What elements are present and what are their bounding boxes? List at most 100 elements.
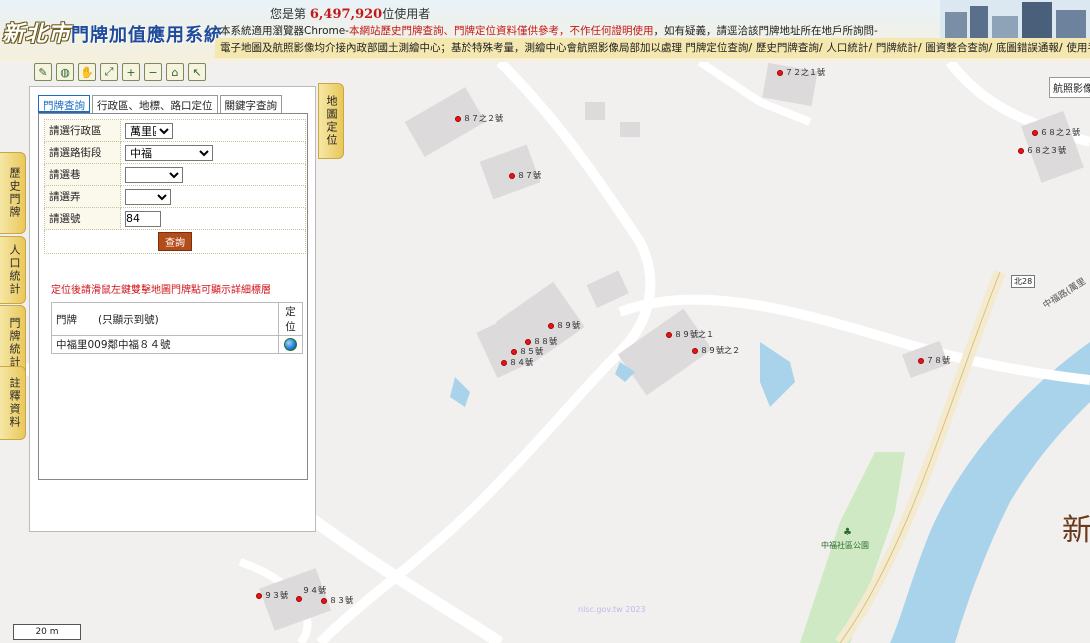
address-point[interactable]: ８５號 (511, 346, 543, 357)
side-tab-locate[interactable]: 地圖定位 (318, 83, 344, 159)
map-edit-icon[interactable]: ✎ (34, 63, 52, 81)
nav-item-error-report[interactable]: 底圖錯誤通報 (996, 42, 1059, 54)
address-point[interactable]: ８９號之２ (692, 345, 740, 356)
logo-main: 新北市 (2, 21, 72, 47)
number-input[interactable] (125, 210, 161, 227)
address-dot (548, 322, 554, 329)
address-dot (509, 172, 515, 179)
address-point[interactable]: ７２之１號 (777, 67, 825, 78)
notice-warning: 本網站歷史門牌查詢、門牌定位資料僅供參考，不作任何證明使用 (348, 25, 654, 37)
visitor-prefix: 您是第 (270, 7, 307, 21)
zoom-area-icon[interactable]: ◍ (56, 63, 74, 81)
address-point-label: ８９號 (556, 321, 580, 330)
map-watermark: nlsc.gov.tw 2023 (578, 605, 646, 614)
full-extent-icon[interactable]: ⤢ (100, 63, 118, 81)
search-button[interactable]: 查詢 (158, 232, 192, 251)
notice-part-1: 本系統適用瀏覽器Chrome- (220, 25, 349, 37)
address-point[interactable]: ８３號 (321, 595, 353, 606)
nav-item-data-integration[interactable]: 圖資整合查詢 (925, 42, 988, 54)
address-dot (1018, 147, 1024, 154)
nav-item-history[interactable]: 歷史門牌查詢 (756, 42, 819, 54)
side-tab-population[interactable]: 人口統計 (0, 236, 26, 304)
address-dot (321, 597, 327, 604)
address-point-label: ８５號 (519, 347, 543, 356)
tab-address-query[interactable]: 門牌查詢 (38, 95, 90, 113)
address-dot (666, 331, 672, 338)
app-header: 新北市門牌加值應用系統 您是第 6,497,920位使用者 本系統適用瀏覽器Ch… (0, 0, 1090, 62)
top-navigation: 電子地圖及航照影像均介接內政部國土測繪中心；基於特殊考量，測繪中心會航照影像局部… (215, 38, 1090, 58)
address-point-label: ７２之１號 (785, 68, 825, 77)
logo[interactable]: 新北市門牌加值應用系統 (0, 0, 222, 62)
table-row: 中福里009鄰中福８４號 (51, 335, 303, 354)
query-form-area: 請選行政區 萬里區 請選路街段 中福 請選巷 請選弄 請選號 查詢 (38, 113, 308, 480)
address-point-label: ９３號 (264, 591, 288, 600)
road-select[interactable]: 中福 (125, 144, 213, 161)
address-point[interactable]: ８７號 (509, 170, 541, 181)
address-dot (525, 338, 531, 345)
lane-label: 請選巷 (44, 163, 121, 186)
address-point-label: ８９號之２ (700, 346, 740, 355)
tab-keyword-query[interactable]: 關鍵字查詢 (219, 95, 282, 113)
side-tab-notes[interactable]: 註釋資料 (0, 366, 26, 440)
logo-sub: 門牌加值應用系統 (71, 25, 224, 46)
address-point[interactable]: ７８號 (918, 355, 950, 366)
district-select[interactable]: 萬里區 (125, 122, 173, 139)
tab-district-landmark[interactable]: 行政區、地標、路口定位 (92, 95, 218, 113)
nav-item-manual[interactable]: 使用手冊 (1066, 42, 1090, 54)
map-place-label: 新 (1062, 513, 1090, 548)
address-point[interactable]: ８９號之１ (666, 329, 714, 340)
nav-item-address-stats[interactable]: 門牌統計 (876, 42, 918, 54)
address-dot (511, 348, 517, 355)
home-icon[interactable]: ⌂ (166, 63, 184, 81)
address-point[interactable]: ６８之３號 (1018, 145, 1066, 156)
route-marker: 北28 (1011, 275, 1036, 288)
address-dot (692, 347, 698, 354)
address-point-label: ８４號 (509, 358, 533, 367)
address-point[interactable]: ８９號 (548, 320, 580, 331)
address-point[interactable]: ８４號 (501, 357, 533, 368)
query-form: 請選行政區 萬里區 請選路街段 中福 請選巷 請選弄 請選號 查詢 (44, 119, 306, 254)
pan-icon[interactable]: ✋ (78, 63, 96, 81)
zoom-in-icon[interactable]: + (122, 63, 140, 81)
alley-select[interactable] (125, 188, 171, 205)
map-toolbar: ✎ ◍ ✋ ⤢ + − ⌂ ↖ (34, 63, 206, 85)
visitor-count: 6,497,920 (309, 7, 383, 22)
query-panel: 門牌查詢 行政區、地標、路口定位 關鍵字查詢 請選行政區 萬里區 請選路街段 中… (29, 86, 316, 532)
result-header-address: 門牌 (只顯示到號) (51, 302, 279, 336)
address-dot (501, 359, 507, 366)
side-tab-history[interactable]: 歷史門牌 (0, 152, 26, 234)
park-label: 中福社區公園 (821, 541, 869, 550)
result-address: 中福里009鄰中福８４號 (51, 335, 279, 354)
address-dot (1032, 129, 1038, 136)
park-icon: ♣ (843, 527, 852, 538)
notice-text: 本系統適用瀏覽器Chrome-本網站歷史門牌查詢、門牌定位資料僅供參考，不作任何… (220, 23, 878, 38)
nav-item-population[interactable]: 人口統計 (826, 42, 868, 54)
visitor-counter: 您是第 6,497,920位使用者 (270, 5, 430, 22)
address-point-label: ６８之２號 (1040, 128, 1080, 137)
address-point-label: ８７號 (517, 171, 541, 180)
number-label: 請選號 (44, 207, 121, 230)
district-label: 請選行政區 (44, 119, 121, 142)
visitor-suffix: 位使用者 (382, 7, 431, 21)
nav-notice: 電子地圖及航照影像均介接內政部國土測繪中心；基於特殊考量，測繪中心會航照影像局部… (220, 42, 682, 54)
address-point[interactable]: ８７之２號 (455, 113, 503, 124)
address-point[interactable]: ６８之２號 (1032, 127, 1080, 138)
address-dot (455, 115, 461, 122)
globe-locate-icon[interactable] (284, 338, 297, 351)
result-header-locate: 定位 (278, 302, 303, 336)
road-label: 請選路街段 (44, 141, 121, 164)
alley-label: 請選弄 (44, 185, 121, 208)
address-dot (777, 69, 783, 76)
address-dot (256, 592, 262, 599)
scale-bar: 20 m (13, 624, 81, 640)
city-skyline-image (940, 0, 1090, 38)
nav-item-locate[interactable]: 門牌定位查詢 (685, 42, 748, 54)
zoom-out-icon[interactable]: − (144, 63, 162, 81)
address-point[interactable]: ９３號 (256, 590, 288, 601)
lane-select[interactable] (125, 166, 183, 183)
notice-part-2: ，如有疑義，請逕洽該門牌地址所在地戶所詢問- (653, 25, 878, 37)
pointer-icon[interactable]: ↖ (188, 63, 206, 81)
logo-title: 新北市門牌加值應用系統 (2, 16, 223, 48)
address-point-label: ８３號 (329, 596, 353, 605)
aerial-image-button[interactable]: 航照影像 (1049, 77, 1090, 98)
